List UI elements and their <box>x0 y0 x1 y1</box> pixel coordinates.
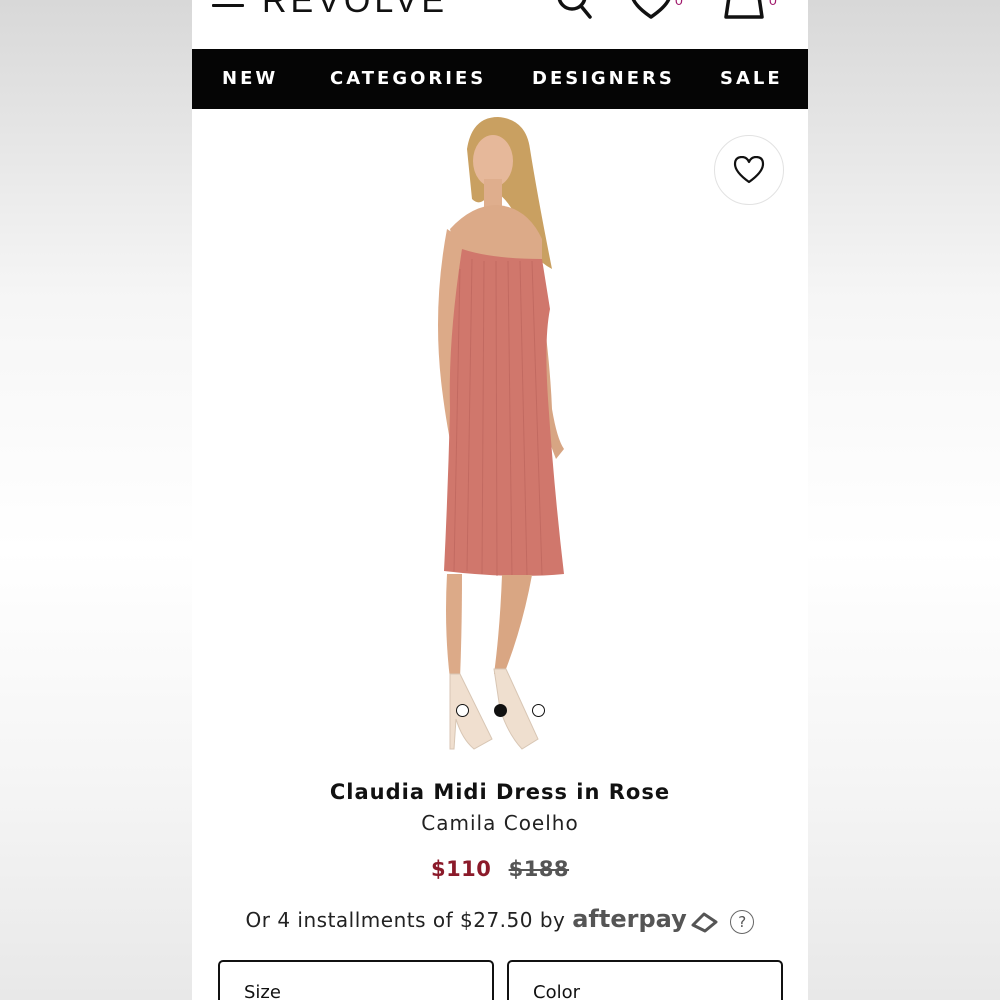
product-designer-link[interactable]: Camila Coelho <box>192 811 808 835</box>
carousel-dot[interactable] <box>456 704 469 717</box>
price-block: $110 $188 <box>192 857 808 881</box>
background-right <box>808 0 1000 1000</box>
add-to-favorites-button[interactable] <box>714 135 784 205</box>
original-price: $188 <box>508 857 570 881</box>
size-select[interactable]: Size <box>218 960 494 1000</box>
help-icon[interactable]: ? <box>730 909 755 934</box>
shopping-bag-icon[interactable] <box>720 0 766 22</box>
brand-logo[interactable]: REVOLVE <box>262 0 448 21</box>
category-nav: NEW CATEGORIES DESIGNERS SALE <box>192 49 808 109</box>
afterpay-arrows-icon <box>691 912 718 932</box>
carousel-dot[interactable] <box>532 704 545 717</box>
carousel-dot-active[interactable] <box>494 704 507 717</box>
product-image-carousel[interactable] <box>192 109 808 769</box>
header: REVOLVE 0 0 <box>192 0 808 49</box>
product-photo <box>438 117 564 750</box>
wishlist-count-badge: 0 <box>675 0 683 8</box>
size-select-label: Size <box>244 982 281 1000</box>
heart-outline-icon <box>733 156 765 184</box>
nav-sale[interactable]: SALE <box>720 68 783 89</box>
search-icon[interactable] <box>552 0 598 22</box>
installments-text: Or 4 installments of $27.50 by <box>245 908 566 932</box>
phone-screen: REVOLVE 0 0 NEW CATEGORIES DESIGNERS SAL… <box>192 0 808 1000</box>
installments-line: Or 4 installments of $27.50 by afterpay … <box>192 905 808 934</box>
background-left <box>0 0 192 1000</box>
product-title: Claudia Midi Dress in Rose <box>329 780 671 804</box>
afterpay-logo: afterpay <box>572 905 687 933</box>
nav-new[interactable]: NEW <box>222 68 278 89</box>
color-select[interactable]: Color <box>507 960 783 1000</box>
bag-count-badge: 0 <box>769 0 777 8</box>
color-select-label: Color <box>533 982 580 1000</box>
nav-categories[interactable]: CATEGORIES <box>330 68 486 89</box>
menu-icon[interactable] <box>212 0 246 16</box>
heart-icon[interactable] <box>628 0 674 22</box>
carousel-pagination <box>192 704 808 718</box>
nav-designers[interactable]: DESIGNERS <box>532 68 675 89</box>
sale-price: $110 <box>430 857 492 881</box>
